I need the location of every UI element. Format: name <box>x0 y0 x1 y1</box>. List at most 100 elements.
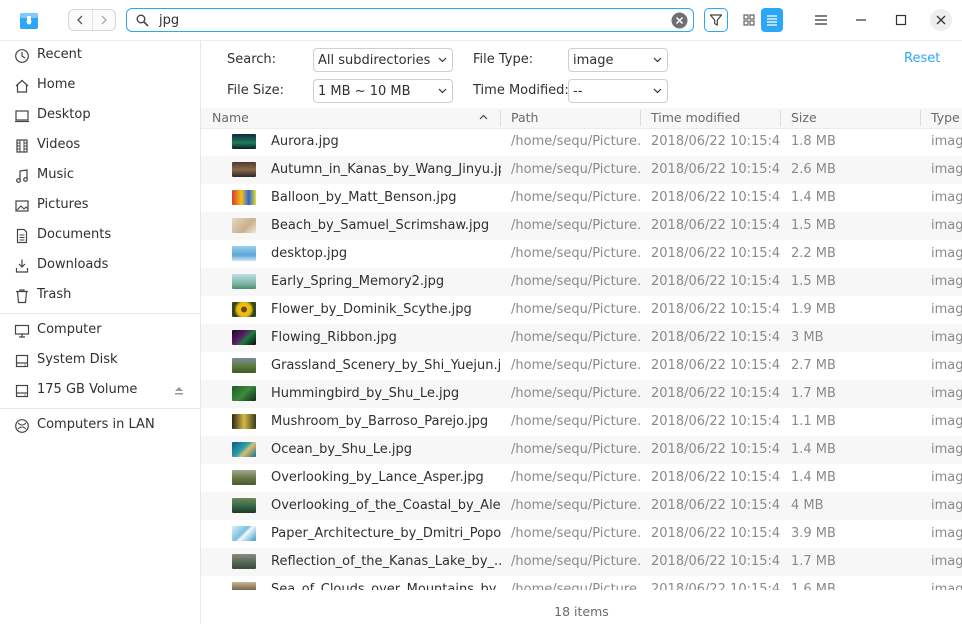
table-row[interactable]: Hummingbird_by_Shu_Le.jpg /home/sequ/Pic… <box>201 380 962 408</box>
image-thumbnail <box>232 554 256 569</box>
sidebar-item-videos[interactable]: Videos <box>0 131 200 161</box>
eject-icon[interactable] <box>174 386 184 395</box>
sidebar-item-label: Downloads <box>37 257 109 272</box>
file-size: 1.5 MB <box>791 218 836 233</box>
sidebar-item-recent[interactable]: Recent <box>0 41 200 71</box>
table-row[interactable]: Overlooking_by_Lance_Asper.jpg /home/seq… <box>201 464 962 492</box>
file-path: /home/sequ/Picture... <box>511 554 641 569</box>
file-type: image <box>931 302 962 317</box>
minimize-button[interactable] <box>849 8 873 32</box>
forward-button[interactable] <box>91 10 116 30</box>
sidebar-item-home[interactable]: Home <box>0 71 200 101</box>
search-input[interactable] <box>159 11 659 29</box>
file-type: image <box>931 554 962 569</box>
icon-view-button[interactable] <box>738 8 760 32</box>
file-size: 1.4 MB <box>791 470 836 485</box>
image-thumbnail <box>232 302 256 317</box>
column-header-name[interactable]: Name <box>212 110 249 125</box>
file-time: 2018/06/22 10:15:43 <box>651 134 781 149</box>
close-button[interactable] <box>929 8 953 32</box>
table-row[interactable]: Autumn_in_Kanas_by_Wang_Jinyu.jpg /home/… <box>201 156 962 184</box>
sidebar-item-documents[interactable]: Documents <box>0 221 200 251</box>
sidebar-item-music[interactable]: Music <box>0 161 200 191</box>
table-row[interactable]: Mushroom_by_Barroso_Parejo.jpg /home/seq… <box>201 408 962 436</box>
sidebar-item-downloads[interactable]: Downloads <box>0 251 200 281</box>
file-list: Aurora.jpg /home/sequ/Picture... 2018/06… <box>201 128 962 590</box>
list-icon <box>767 15 777 26</box>
file-type: image <box>931 358 962 373</box>
sidebar-item-system-disk[interactable]: System Disk <box>0 346 200 376</box>
time-modified-value: -- <box>573 84 583 99</box>
sidebar-item-label: Videos <box>37 137 81 152</box>
column-separator[interactable] <box>500 110 501 126</box>
file-time: 2018/06/22 10:15:43 <box>651 470 781 485</box>
status-bar-item-count: 18 items <box>554 604 609 619</box>
time-modified-select[interactable]: -- <box>568 79 668 103</box>
file-type-label: File Type: <box>473 52 534 67</box>
file-name: Paper_Architecture_by_Dmitri_Popov.jpg <box>271 526 501 541</box>
image-thumbnail <box>232 134 256 149</box>
clear-search-icon[interactable] <box>671 12 688 29</box>
column-header-time-modified[interactable]: Time modified <box>651 110 740 125</box>
sidebar-item-desktop[interactable]: Desktop <box>0 101 200 131</box>
sidebar-item-computers-in-lan[interactable]: Computers in LAN <box>0 411 200 441</box>
desktop-icon <box>15 110 29 123</box>
image-thumbnail <box>232 218 256 233</box>
file-time: 2018/06/22 10:15:43 <box>651 218 781 233</box>
file-size: 1.1 MB <box>791 414 836 429</box>
table-row[interactable]: Flower_by_Dominik_Scythe.jpg /home/sequ/… <box>201 296 962 324</box>
search-bar[interactable] <box>126 8 694 32</box>
file-name: Autumn_in_Kanas_by_Wang_Jinyu.jpg <box>271 162 501 177</box>
column-separator[interactable] <box>780 110 781 126</box>
file-path: /home/sequ/Picture... <box>511 134 641 149</box>
file-size-select[interactable]: 1 MB ~ 10 MB <box>313 79 453 103</box>
file-type-select[interactable]: image <box>568 48 668 72</box>
table-row[interactable]: Overlooking_of_the_Coastal_by_Ale....jpg… <box>201 492 962 520</box>
sidebar-item-computer[interactable]: Computer <box>0 316 200 346</box>
file-time: 2018/06/22 10:15:43 <box>651 386 781 401</box>
table-row[interactable]: Ocean_by_Shu_Le.jpg /home/sequ/Picture..… <box>201 436 962 464</box>
file-path: /home/sequ/Picture... <box>511 386 641 401</box>
table-row[interactable]: Balloon_by_Matt_Benson.jpg /home/sequ/Pi… <box>201 184 962 212</box>
table-row[interactable]: desktop.jpg /home/sequ/Picture... 2018/0… <box>201 240 962 268</box>
column-header-type[interactable]: Type <box>931 110 960 125</box>
file-time: 2018/06/22 10:15:43 <box>651 162 781 177</box>
table-row[interactable]: Aurora.jpg /home/sequ/Picture... 2018/06… <box>201 128 962 156</box>
main-menu-button[interactable] <box>809 8 833 32</box>
main-panel: Search: All subdirectories File Type: im… <box>201 41 962 624</box>
image-thumbnail <box>232 414 256 429</box>
table-row[interactable]: Reflection_of_the_Kanas_Lake_by_....jpg … <box>201 548 962 576</box>
file-path: /home/sequ/Picture... <box>511 302 641 317</box>
table-row[interactable]: Flowing_Ribbon.jpg /home/sequ/Picture...… <box>201 324 962 352</box>
file-path: /home/sequ/Picture... <box>511 330 641 345</box>
column-separator[interactable] <box>640 110 641 126</box>
file-name: Flower_by_Dominik_Scythe.jpg <box>271 302 472 317</box>
file-type: image <box>931 162 962 177</box>
column-header-size[interactable]: Size <box>791 110 817 125</box>
file-size: 1.8 MB <box>791 134 836 149</box>
back-button[interactable] <box>69 10 92 30</box>
sidebar-item-175gb-volume[interactable]: 175 GB Volume <box>0 376 200 406</box>
table-row[interactable]: Sea_of_Clouds_over_Mountains_by_....jpg … <box>201 576 962 590</box>
sort-ascending-icon[interactable] <box>479 114 488 120</box>
column-separator[interactable] <box>920 110 921 126</box>
list-view-button[interactable] <box>761 8 783 32</box>
sidebar-item-pictures[interactable]: Pictures <box>0 191 200 221</box>
file-time: 2018/06/22 10:15:43 <box>651 274 781 289</box>
table-row[interactable]: Beach_by_Samuel_Scrimshaw.jpg /home/sequ… <box>201 212 962 240</box>
file-time: 2018/06/22 10:15:43 <box>651 302 781 317</box>
minimize-icon <box>856 19 866 21</box>
music-note-icon <box>16 169 28 183</box>
table-row[interactable]: Paper_Architecture_by_Dmitri_Popov.jpg /… <box>201 520 962 548</box>
advanced-search-button[interactable] <box>704 8 728 32</box>
home-icon <box>15 79 29 93</box>
search-scope-select[interactable]: All subdirectories <box>313 48 453 72</box>
table-row[interactable]: Early_Spring_Memory2.jpg /home/sequ/Pict… <box>201 268 962 296</box>
maximize-button[interactable] <box>889 8 913 32</box>
file-time: 2018/06/22 10:15:43 <box>651 246 781 261</box>
sidebar-item-trash[interactable]: Trash <box>0 281 200 311</box>
reset-filters-button[interactable]: Reset <box>904 51 940 66</box>
file-name: Grassland_Scenery_by_Shi_Yuejun.jpg <box>271 358 501 373</box>
column-header-path[interactable]: Path <box>511 110 538 125</box>
table-row[interactable]: Grassland_Scenery_by_Shi_Yuejun.jpg /hom… <box>201 352 962 380</box>
